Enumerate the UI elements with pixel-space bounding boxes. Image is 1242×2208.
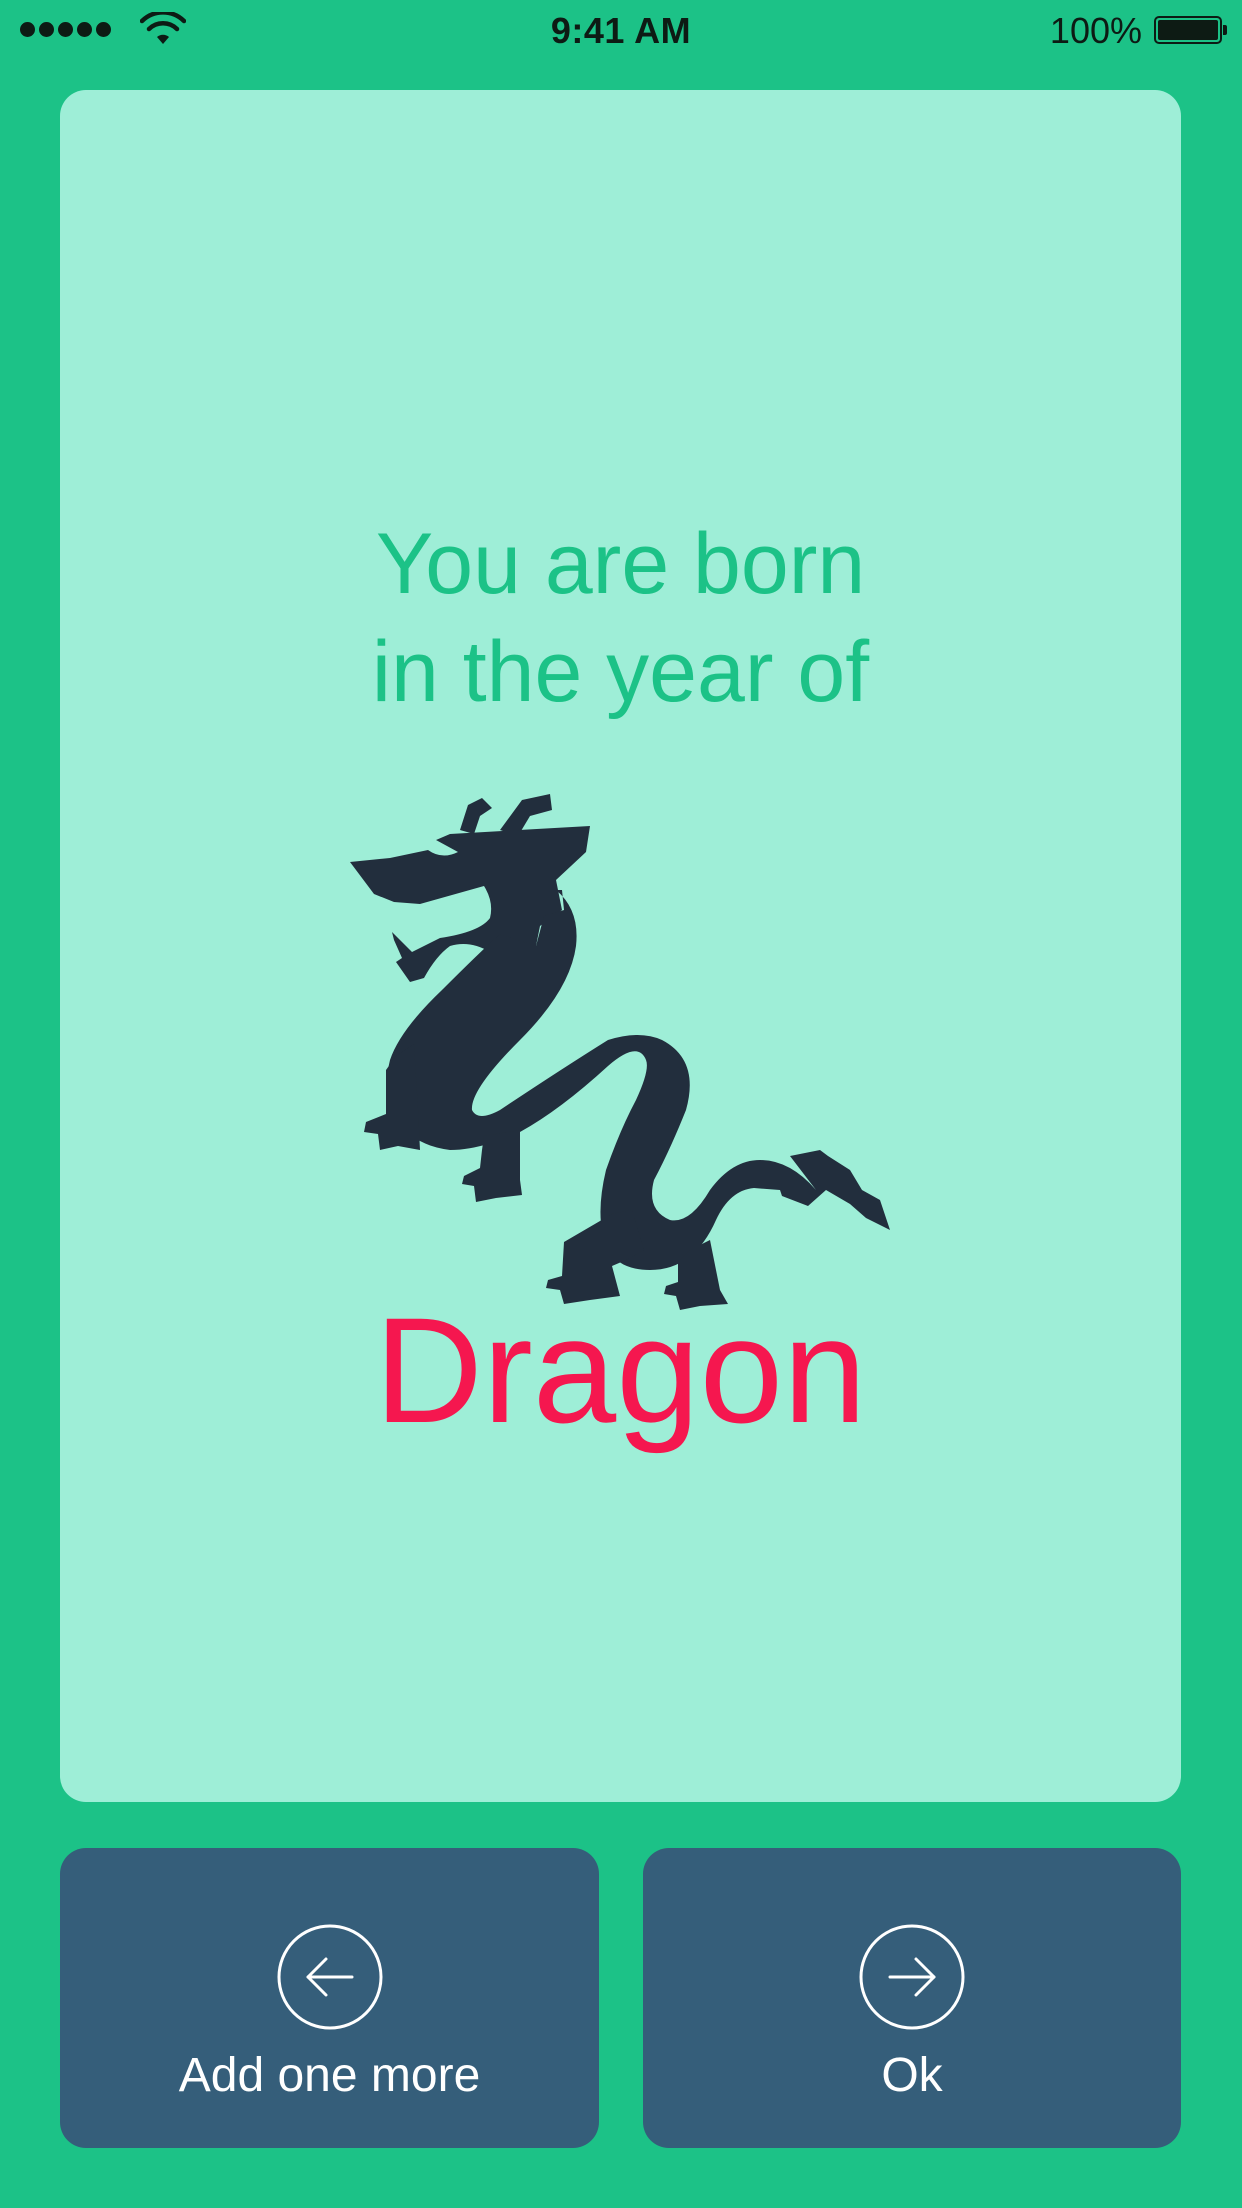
arrow-left-circle-icon [277, 1924, 382, 2030]
zodiac-result-card: You are born in the year of Dragon [60, 90, 1181, 1802]
battery-percent: 100% [1049, 10, 1142, 51]
add-one-more-label: Add one more [178, 2049, 481, 2102]
ok-label: Ok [881, 2049, 943, 2102]
zodiac-name: Dragon [374, 1286, 867, 1454]
dragon-icon [350, 794, 890, 1310]
ok-button[interactable]: Ok [643, 1848, 1181, 2148]
arrow-right-circle-icon [859, 1924, 965, 2030]
battery-icon [1154, 16, 1227, 44]
add-one-more-button[interactable]: Add one more [60, 1848, 599, 2148]
status-bar: 9:41 AM 100% [0, 0, 1242, 60]
born-heading-line1: You are born [375, 516, 866, 612]
